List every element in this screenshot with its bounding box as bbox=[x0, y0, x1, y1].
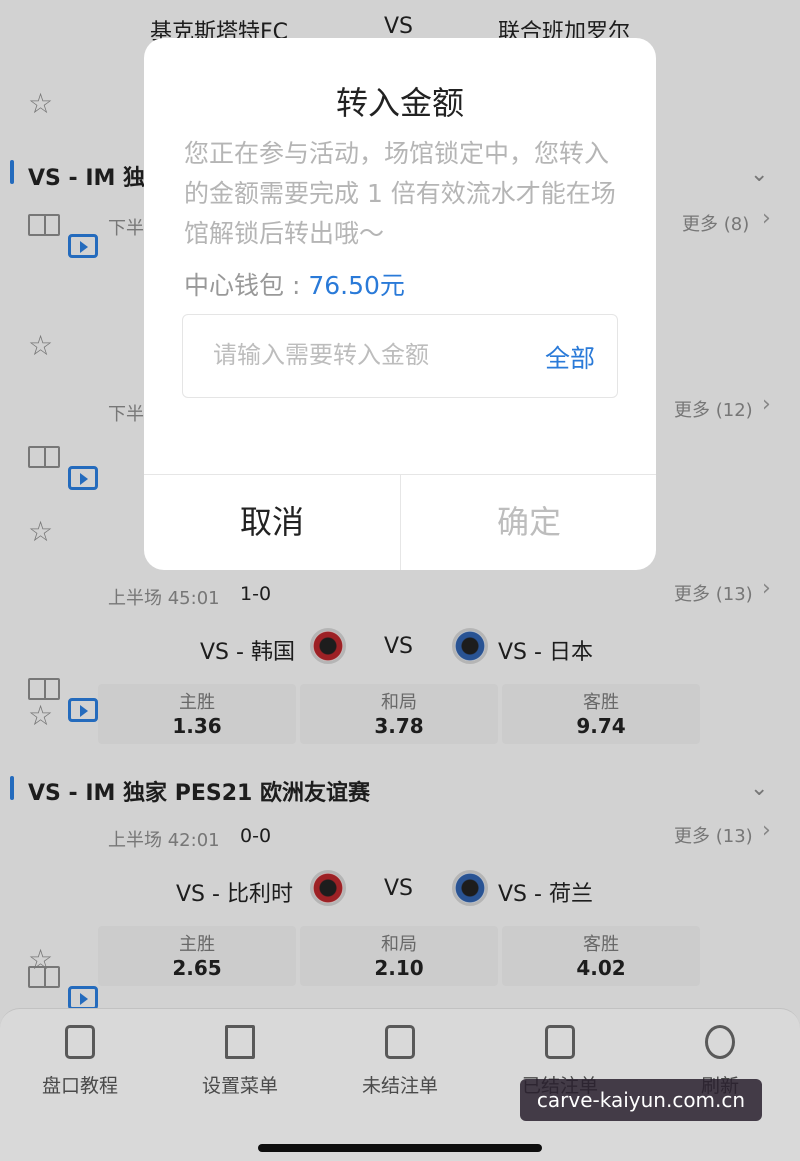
wallet-balance: 中心钱包 : 76.50元 bbox=[184, 266, 405, 302]
dialog-message: 您正在参与活动，场馆锁定中，您转入的金额需要完成 1 倍有效流水才能在场馆解锁后… bbox=[184, 139, 616, 248]
watermark: carve-kaiyun.com.cn bbox=[520, 1079, 762, 1121]
all-amount-button[interactable]: 全部 bbox=[545, 339, 595, 375]
confirm-button[interactable]: 确定 bbox=[401, 474, 657, 570]
amount-input-box: 全部 bbox=[182, 314, 618, 398]
wallet-label: 中心钱包 : bbox=[184, 271, 309, 300]
dialog-title: 转入金额 bbox=[335, 84, 464, 122]
transfer-amount-dialog: 转入金额 您正在参与活动，场馆锁定中，您转入的金额需要完成 1 倍有效流水才能在… bbox=[144, 38, 656, 570]
wallet-amount: 76.50元 bbox=[308, 271, 405, 300]
cancel-button[interactable]: 取消 bbox=[144, 474, 400, 570]
transfer-amount-input[interactable] bbox=[213, 335, 513, 375]
